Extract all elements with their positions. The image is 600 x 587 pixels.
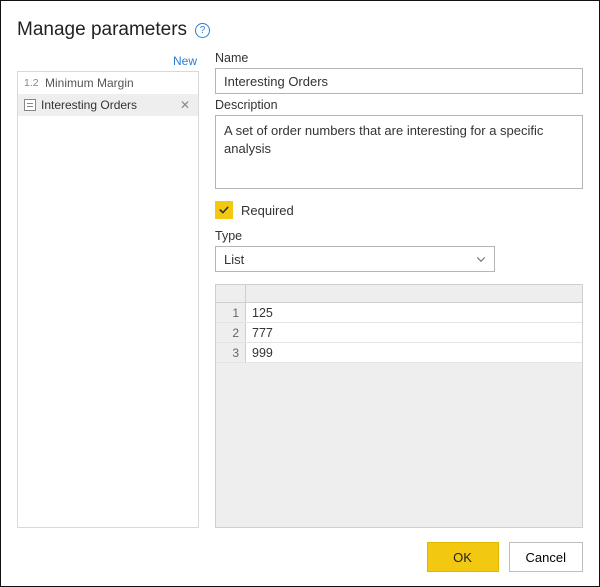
- grid-row[interactable]: 3 999: [216, 343, 582, 363]
- decimal-icon: 1.2: [24, 77, 40, 89]
- description-label: Description: [215, 98, 583, 112]
- ok-button[interactable]: OK: [427, 542, 499, 572]
- parameter-item-label: Minimum Margin: [45, 76, 192, 90]
- chevron-down-icon: [474, 252, 488, 266]
- grid-header: [216, 285, 582, 303]
- required-row: Required: [215, 201, 583, 219]
- parameter-list: 1.2 Minimum Margin Interesting Orders ✕: [17, 71, 199, 528]
- list-icon: [24, 99, 36, 111]
- required-label: Required: [241, 203, 294, 218]
- row-number: 2: [216, 323, 246, 342]
- manage-parameters-dialog: Manage parameters ? New 1.2 Minimum Marg…: [0, 0, 600, 587]
- delete-parameter-icon[interactable]: ✕: [178, 98, 192, 112]
- check-icon: [218, 204, 230, 216]
- sidebar-toolbar: New: [17, 51, 199, 71]
- required-checkbox[interactable]: [215, 201, 233, 219]
- type-label: Type: [215, 229, 583, 243]
- description-input[interactable]: A set of order numbers that are interest…: [215, 115, 583, 189]
- type-select-value: List: [224, 252, 244, 267]
- grid-cell[interactable]: 777: [246, 323, 582, 342]
- dialog-body: New 1.2 Minimum Margin Interesting Order…: [17, 51, 583, 528]
- help-icon[interactable]: ?: [195, 23, 210, 38]
- parameter-sidebar: New 1.2 Minimum Margin Interesting Order…: [17, 51, 199, 528]
- dialog-header: Manage parameters ?: [17, 19, 583, 41]
- grid-header-cell: [246, 285, 582, 302]
- cancel-button[interactable]: Cancel: [509, 542, 583, 572]
- name-label: Name: [215, 51, 583, 65]
- row-number: 3: [216, 343, 246, 362]
- dialog-title: Manage parameters: [17, 19, 187, 41]
- values-grid[interactable]: 1 125 2 777 3 999: [215, 284, 583, 528]
- name-input[interactable]: [215, 68, 583, 94]
- grid-body: 1 125 2 777 3 999: [216, 303, 582, 527]
- grid-cell[interactable]: 125: [246, 303, 582, 322]
- parameter-item-label: Interesting Orders: [41, 98, 173, 112]
- parameter-item-interesting-orders[interactable]: Interesting Orders ✕: [18, 94, 198, 116]
- grid-row[interactable]: 1 125: [216, 303, 582, 323]
- parameter-form: Name Description A set of order numbers …: [215, 51, 583, 528]
- row-number: 1: [216, 303, 246, 322]
- grid-corner: [216, 285, 246, 302]
- parameter-item-minimum-margin[interactable]: 1.2 Minimum Margin: [18, 72, 198, 94]
- grid-cell[interactable]: 999: [246, 343, 582, 362]
- grid-row[interactable]: 2 777: [216, 323, 582, 343]
- dialog-footer: OK Cancel: [17, 542, 583, 572]
- new-parameter-link[interactable]: New: [173, 54, 197, 68]
- type-select[interactable]: List: [215, 246, 495, 272]
